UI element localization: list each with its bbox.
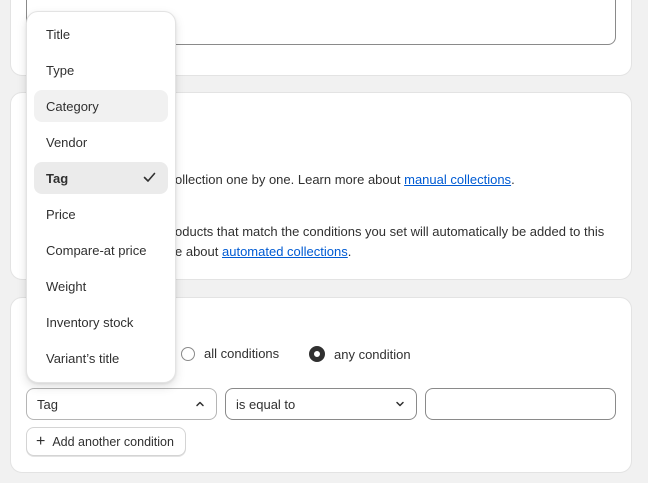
dropdown-item-compare-at-price[interactable]: Compare-at price <box>34 234 168 266</box>
dropdown-item-label: Variant’s title <box>46 350 120 366</box>
match-all-label: all conditions <box>204 346 280 361</box>
dropdown-item-tag[interactable]: Tag <box>34 162 168 194</box>
add-condition-label: Add another condition <box>52 434 174 449</box>
checkmark-icon <box>143 172 156 182</box>
dropdown-item-vendor[interactable]: Vendor <box>34 126 168 158</box>
dropdown-item-label: Price <box>46 206 76 222</box>
condition-operator-select[interactable]: is equal to <box>225 388 417 420</box>
dropdown-item-weight[interactable]: Weight <box>34 270 168 302</box>
match-all-radio[interactable] <box>181 346 195 361</box>
automated-description-line2: e about automated collections. <box>175 244 351 259</box>
manual-collections-link[interactable]: manual collections <box>404 172 511 187</box>
match-any-label: any condition <box>334 346 411 362</box>
add-condition-button[interactable]: + Add another condition <box>26 427 186 456</box>
match-any-radio[interactable] <box>309 346 325 362</box>
condition-operator-value: is equal to <box>236 396 296 412</box>
plus-icon: + <box>36 432 46 450</box>
condition-field-value: Tag <box>37 396 58 412</box>
dropdown-item-label: Tag <box>46 170 69 186</box>
match-all-option[interactable]: all conditions <box>181 346 279 361</box>
dropdown-item-category[interactable]: Category <box>34 90 168 122</box>
condition-value-input[interactable] <box>425 388 616 420</box>
manual-description-end: . <box>511 172 515 187</box>
dropdown-item-title[interactable]: Title <box>34 18 168 50</box>
dropdown-item-type[interactable]: Type <box>34 54 168 86</box>
dropdown-item-variants-title[interactable]: Variant’s title <box>34 342 168 374</box>
dropdown-item-label: Compare-at price <box>46 242 147 258</box>
manual-description-text: ollection one by one. Learn more about <box>175 172 405 187</box>
dropdown-item-inventory-stock[interactable]: Inventory stock <box>34 306 168 338</box>
condition-field-select[interactable]: Tag <box>26 388 217 420</box>
dropdown-item-label: Inventory stock <box>46 314 134 330</box>
automated-description-line1: oducts that match the conditions you set… <box>175 224 605 239</box>
automated-description-text: e about <box>175 244 222 259</box>
automated-description-end: . <box>347 244 352 259</box>
chevron-up-icon <box>196 401 204 407</box>
dropdown-item-label: Category <box>46 98 99 114</box>
dropdown-item-label: Type <box>46 62 75 78</box>
dropdown-item-label: Weight <box>46 278 87 294</box>
dropdown-item-label: Vendor <box>46 134 88 150</box>
dropdown-item-price[interactable]: Price <box>34 198 168 230</box>
automated-collections-link[interactable]: automated collections <box>222 244 348 259</box>
chevron-down-icon <box>396 401 404 407</box>
match-any-option[interactable]: any condition <box>309 346 411 362</box>
dropdown-item-label: Title <box>46 26 71 42</box>
manual-description: ollection one by one. Learn more about m… <box>175 172 515 187</box>
condition-field-dropdown: Title Type Category Vendor Tag Price Com… <box>26 11 176 383</box>
